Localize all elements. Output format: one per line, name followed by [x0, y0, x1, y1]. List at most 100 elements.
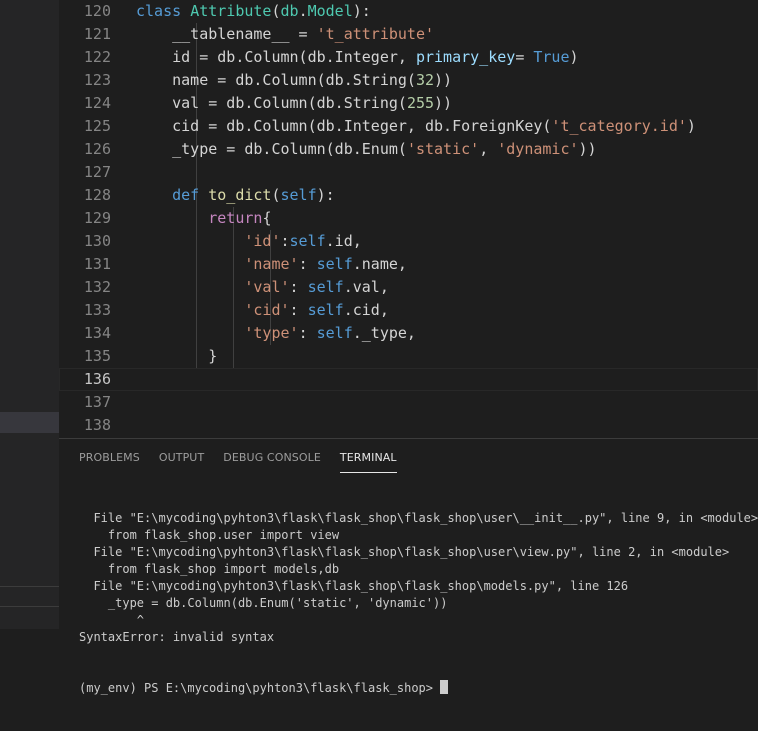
code-line[interactable]: 124 val = db.Column(db.String(255)) — [59, 92, 758, 115]
code-line[interactable]: 120 class Attribute(db.Model): — [59, 0, 758, 23]
terminal-prompt: (my_env) PS E:\mycoding\pyhton3\flask\fl… — [79, 681, 441, 695]
code-token: . — [298, 2, 308, 20]
code-token: .cid, — [343, 301, 389, 319]
sidebar-selected-item[interactable] — [0, 412, 59, 433]
code-line[interactable]: 128 def to_dict(self): — [59, 184, 758, 207]
code-token: 't_category.id' — [551, 117, 687, 135]
sidebar-divider — [0, 606, 59, 607]
code-token: self — [280, 186, 317, 204]
side-bar — [0, 0, 59, 629]
code-text: name = db.Column(db.String(32)) — [136, 69, 452, 92]
code-token: ._type, — [352, 324, 416, 342]
code-line[interactable]: 131 'name': self.name, — [59, 253, 758, 276]
code-text: 'val': self.val, — [136, 276, 389, 299]
code-token: db — [280, 2, 299, 20]
code-token: cid = db.Column(db.Integer, db.ForeignKe… — [136, 117, 552, 135]
code-token: class — [136, 2, 182, 20]
tab-output[interactable]: OUTPUT — [159, 451, 204, 473]
code-token: , — [479, 140, 498, 158]
code-token: _type = db.Column(db.Enum( — [136, 140, 407, 158]
code-token: 'type' — [244, 324, 299, 342]
code-token: { — [262, 209, 272, 227]
code-editor[interactable]: 120 class Attribute(db.Model): 121 __table… — [59, 0, 758, 438]
code-line[interactable]: 135 } — [59, 345, 758, 368]
code-line[interactable]: 123 name = db.Column(db.String(32)) — [59, 69, 758, 92]
terminal-output[interactable]: File "E:\mycoding\pyhton3\flask\flask_sh… — [79, 476, 758, 731]
code-token: )) — [434, 71, 453, 89]
tab-terminal[interactable]: TERMINAL — [339, 451, 397, 473]
code-token: : — [280, 232, 290, 250]
sidebar-divider — [0, 586, 59, 587]
code-token: self — [307, 301, 344, 319]
code-token: ( — [271, 2, 281, 20]
code-line[interactable]: 122 id = db.Column(db.Integer, primary_k… — [59, 46, 758, 69]
tab-debug-console[interactable]: DEBUG CONSOLE — [223, 451, 321, 473]
code-token: : — [298, 255, 317, 273]
code-token: .id, — [325, 232, 362, 250]
panel-tabs: PROBLEMS OUTPUT DEBUG CONSOLE TERMINAL — [79, 451, 416, 473]
code-text: cid = db.Column(db.Integer, db.ForeignKe… — [136, 115, 696, 138]
code-text: _type = db.Column(db.Enum('static', 'dyn… — [136, 138, 597, 161]
code-token: 32 — [415, 71, 435, 89]
code-line[interactable]: 121 __tablename__ = 't_attribute' — [59, 23, 758, 46]
code-text: val = db.Column(db.String(255)) — [136, 92, 452, 115]
code-token: __tablename__ = — [136, 25, 317, 43]
line-number: 127 — [83, 163, 111, 181]
line-number: 131 — [83, 255, 111, 273]
tab-problems[interactable]: PROBLEMS — [79, 451, 140, 473]
terminal-line: from flask_shop import models,db — [79, 562, 340, 576]
line-number: 137 — [83, 393, 111, 411]
code-text: 'id':self.id, — [136, 230, 362, 253]
bottom-panel: PROBLEMS OUTPUT DEBUG CONSOLE TERMINAL File… — [59, 438, 758, 695]
code-line[interactable]: 127 — [59, 161, 758, 184]
line-number: 129 — [83, 209, 111, 227]
code-line[interactable]: 126 _type = db.Column(db.Enum('static', … — [59, 138, 758, 161]
code-text: 'cid': self.cid, — [136, 299, 389, 322]
code-line[interactable]: 130 'id':self.id, — [59, 230, 758, 253]
code-token: to_dict — [208, 186, 272, 204]
code-text: class Attribute(db.Model): — [136, 0, 371, 23]
code-token: 'cid' — [244, 301, 290, 319]
line-number: 120 — [83, 2, 111, 20]
line-number: 126 — [83, 140, 111, 158]
code-text: return{ — [136, 207, 271, 230]
code-token: 255 — [406, 94, 435, 112]
code-line[interactable]: 137 — [59, 391, 758, 414]
line-number: 124 — [83, 94, 111, 112]
line-number: 138 — [83, 416, 111, 434]
code-line[interactable]: 136 — [59, 368, 758, 391]
code-line[interactable]: 129 return{ — [59, 207, 758, 230]
code-token: : — [289, 278, 308, 296]
code-token: 't_attribute' — [316, 25, 435, 43]
code-text: def to_dict(self): — [136, 184, 335, 207]
line-number: 121 — [83, 25, 111, 43]
terminal-line: File "E:\mycoding\pyhton3\flask\flask_sh… — [79, 545, 730, 559]
code-token: ( — [271, 186, 281, 204]
code-token: 'val' — [244, 278, 290, 296]
code-token: ) — [569, 48, 579, 66]
code-line[interactable]: 134 'type': self._type, — [59, 322, 758, 345]
code-token: id = db.Column(db.Integer, — [136, 48, 416, 66]
line-number: 136 — [83, 370, 111, 388]
code-token: )) — [578, 140, 597, 158]
code-line[interactable]: 132 'val': self.val, — [59, 276, 758, 299]
code-token: self — [316, 324, 353, 342]
code-token: ) — [686, 117, 696, 135]
line-number: 134 — [83, 324, 111, 342]
terminal-line: ^ — [79, 613, 145, 627]
code-token: self — [307, 278, 344, 296]
line-number: 135 — [83, 347, 111, 365]
terminal-line: SyntaxError: invalid syntax — [79, 630, 275, 644]
code-token: 'name' — [244, 255, 299, 273]
line-number: 130 — [83, 232, 111, 250]
terminal-prompt-line[interactable]: (my_env) PS E:\mycoding\pyhton3\flask\fl… — [79, 680, 749, 697]
code-token: def — [172, 186, 200, 204]
code-line[interactable]: 133 'cid': self.cid, — [59, 299, 758, 322]
code-token: : — [298, 324, 317, 342]
code-line[interactable]: 125 cid = db.Column(db.Integer, db.Forei… — [59, 115, 758, 138]
code-line[interactable]: 138 — [59, 414, 758, 437]
